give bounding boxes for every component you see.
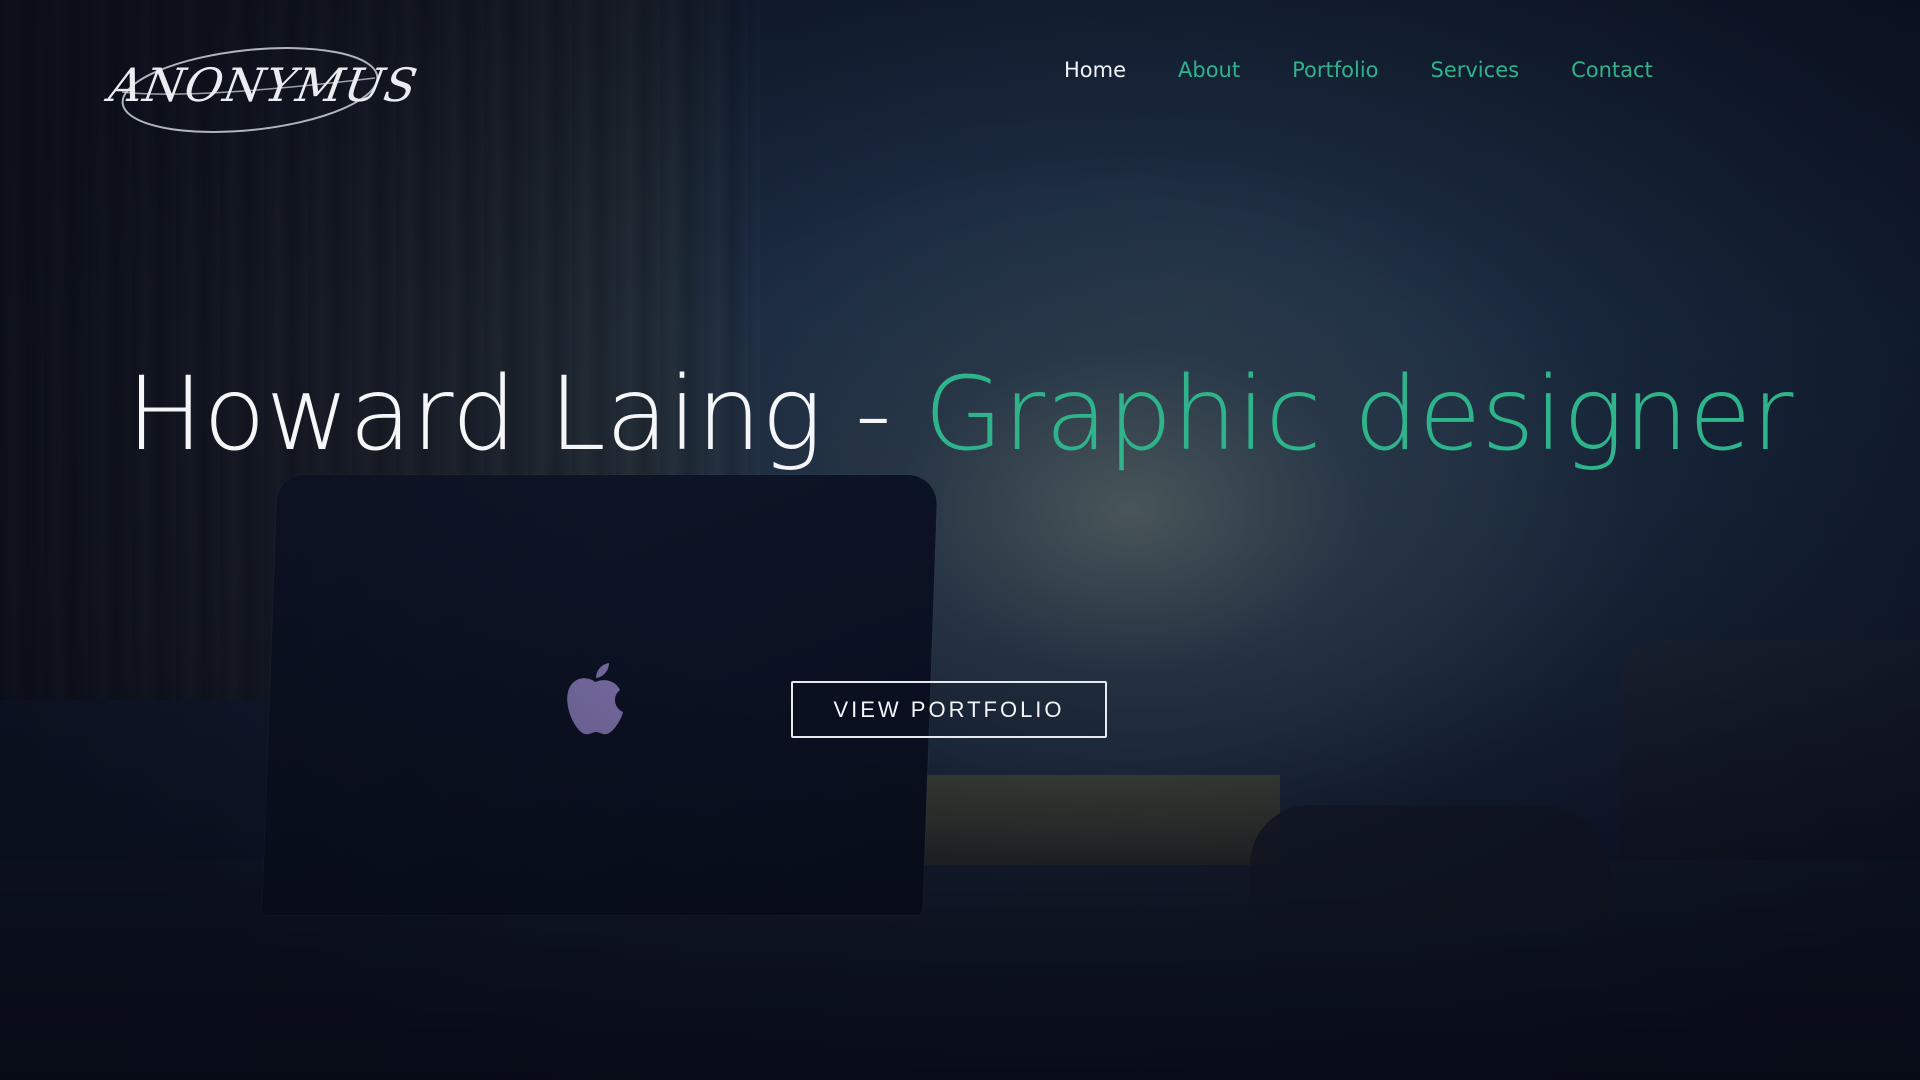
background-wood-block xyxy=(920,775,1280,865)
hero-section: ANONYMUS Home About Portfolio Services C… xyxy=(0,0,1920,1080)
nav-item-about[interactable]: About xyxy=(1178,58,1240,82)
site-logo[interactable]: ANONYMUS xyxy=(105,40,422,135)
nav-item-portfolio[interactable]: Portfolio xyxy=(1292,58,1378,82)
nav-item-home[interactable]: Home xyxy=(1064,58,1126,82)
main-nav: Home About Portfolio Services Contact xyxy=(1064,58,1653,82)
hero-title: Howard Laing - Graphic designer xyxy=(0,350,1920,480)
nav-item-contact[interactable]: Contact xyxy=(1571,58,1653,82)
view-portfolio-button[interactable]: VIEW PORTFOLIO xyxy=(791,681,1107,738)
apple-icon xyxy=(567,663,623,735)
hero-separator: - xyxy=(854,355,892,474)
hero-role: Graphic designer xyxy=(924,355,1794,474)
nav-item-services[interactable]: Services xyxy=(1431,58,1520,82)
logo-text: ANONYMUS xyxy=(105,58,422,112)
background-bag xyxy=(1250,805,1610,925)
hero-name: Howard Laing xyxy=(126,355,823,474)
